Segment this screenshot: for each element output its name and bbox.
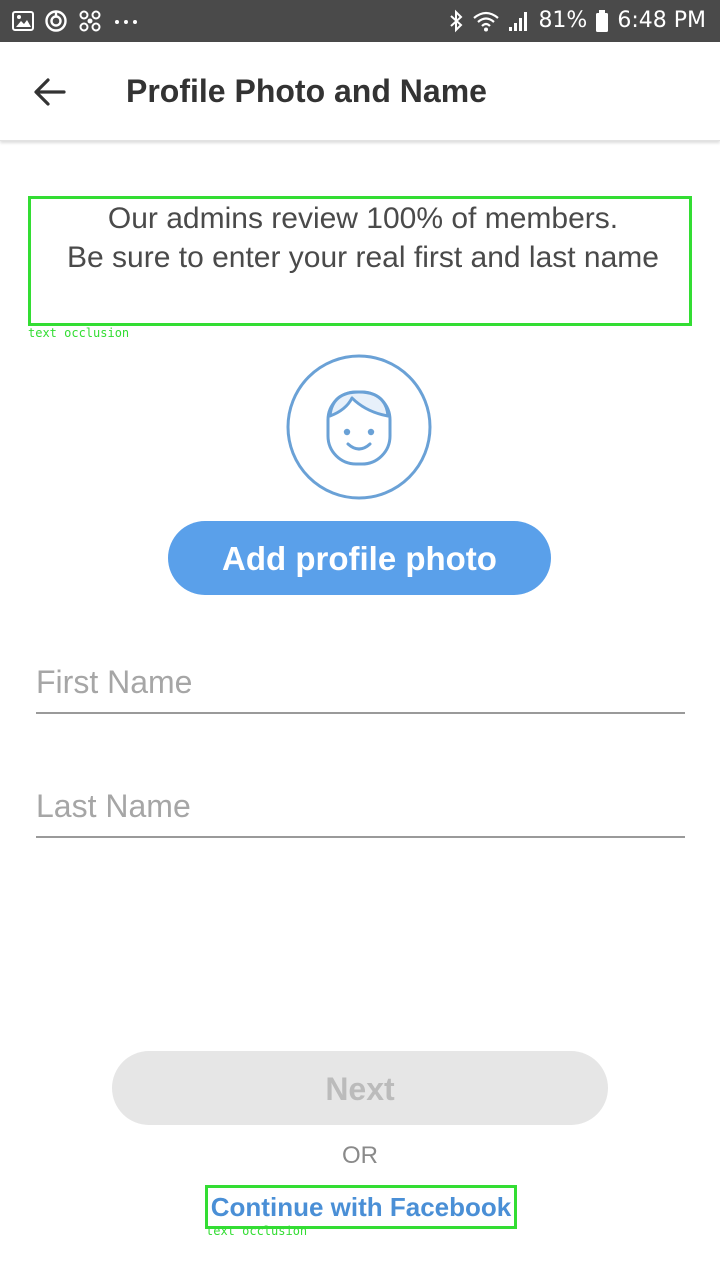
app-bar: Profile Photo and Name [0, 42, 720, 141]
last-name-input[interactable] [36, 776, 685, 836]
clock: 6:48 PM [617, 8, 706, 33]
face-avatar-icon [286, 354, 432, 500]
more-dots-icon [112, 10, 140, 32]
notice-occlusion-label: text occlusion [28, 326, 130, 340]
battery-percent: 81% [538, 8, 588, 33]
notice-box: Our admins review 100% of members. Be su… [28, 196, 692, 326]
facebook-occlusion-label: text occlusion [206, 1224, 308, 1238]
gallery-icon [12, 10, 34, 32]
next-button[interactable]: Next [112, 1051, 608, 1125]
add-profile-photo-button[interactable]: Add profile photo [168, 521, 551, 595]
status-left-icons [12, 0, 140, 42]
or-divider-label: OR [342, 1142, 378, 1169]
first-name-field [36, 652, 685, 714]
battery-icon [595, 9, 609, 33]
last-name-field [36, 776, 685, 838]
arrow-left-icon [34, 78, 66, 106]
signal-icon [508, 9, 530, 33]
fan-icon [78, 9, 102, 33]
sync-icon [44, 9, 68, 33]
status-right-icons: 81% 6:48 PM [448, 0, 706, 42]
bluetooth-icon [448, 9, 464, 33]
first-name-input[interactable] [36, 652, 685, 712]
notice-line-1: Our admins review 100% of members. [107, 202, 619, 235]
page-title: Profile Photo and Name [126, 73, 487, 109]
wifi-icon [472, 9, 500, 33]
avatar[interactable] [286, 354, 432, 500]
facebook-link-box: Continue with Facebook [205, 1185, 517, 1229]
status-bar: 81% 6:48 PM [0, 0, 720, 42]
continue-with-facebook-link[interactable]: Continue with Facebook [208, 1192, 514, 1223]
notice-line-2: Be sure to enter your real first and las… [67, 241, 659, 274]
back-button[interactable] [22, 64, 78, 120]
